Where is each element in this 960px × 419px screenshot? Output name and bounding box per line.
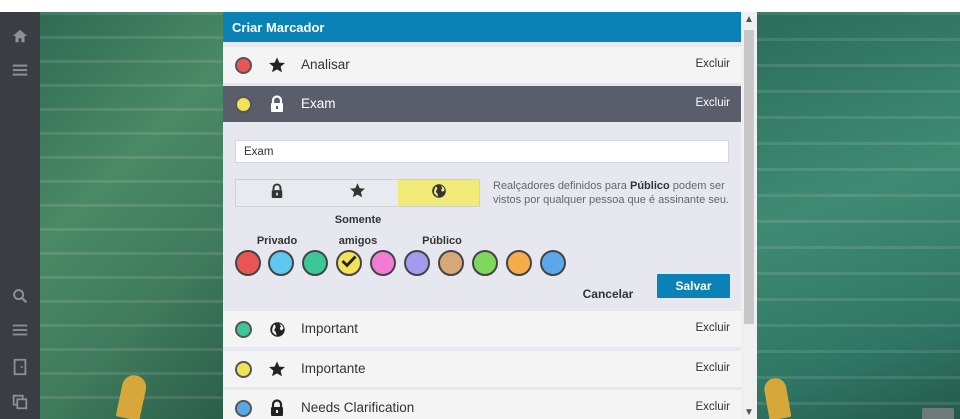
home-icon[interactable] [8, 24, 32, 48]
color-dot [235, 96, 252, 113]
marker-row[interactable]: Analisar Excluir [223, 47, 741, 83]
marker-label: Needs Clarification [301, 400, 415, 415]
marker-row[interactable]: Importante Excluir [223, 351, 741, 387]
color-dot [235, 361, 252, 378]
lock-icon [270, 182, 284, 204]
corner-control[interactable] [922, 408, 954, 419]
lock-icon [268, 399, 286, 417]
marker-row-active[interactable]: Exam Excluir [223, 86, 741, 122]
color-dot [235, 321, 252, 338]
marker-panel: Criar Marcador Analisar Excluir Exam Exc… [223, 12, 741, 419]
marker-editor: Privado Somente amigos Público Realçador… [223, 123, 741, 308]
left-toolbar [0, 12, 40, 419]
copy-icon[interactable] [8, 390, 32, 414]
marker-label: Exam [301, 96, 336, 111]
video-background-right [757, 12, 960, 419]
menu-icon[interactable] [8, 58, 32, 82]
visibility-help-text: Realçadores definidos para Público podem… [493, 179, 733, 207]
lock-icon [268, 95, 286, 113]
scroll-down-arrow-icon[interactable]: ▼ [741, 405, 757, 419]
visibility-friends-button[interactable] [317, 180, 398, 206]
star-icon [268, 56, 286, 74]
scroll-thumb[interactable] [744, 30, 754, 324]
top-strip [0, 0, 960, 12]
checkmark-icon [341, 254, 357, 273]
color-swatch-yellow-selected[interactable] [336, 250, 362, 276]
visibility-private-caption: Privado [256, 235, 298, 247]
marker-label: Importante [301, 361, 366, 376]
color-swatch-pink[interactable] [370, 250, 396, 276]
marker-label: Important [301, 321, 359, 336]
visibility-friends-caption-line1: Somente [334, 214, 382, 226]
marker-row[interactable]: Important Excluir [223, 311, 741, 347]
delete-button[interactable]: Excluir [695, 97, 730, 109]
panel-title: Criar Marcador [223, 12, 741, 42]
save-button[interactable]: Salvar [657, 274, 730, 298]
visibility-friends-caption-line2: amigos [338, 235, 378, 247]
visibility-public-caption: Público [422, 235, 462, 247]
visibility-private-button[interactable] [236, 180, 317, 206]
scroll-up-arrow-icon[interactable]: ▲ [741, 12, 757, 26]
list-icon[interactable] [8, 318, 32, 342]
color-swatch-cyan[interactable] [268, 250, 294, 276]
color-swatch-orange[interactable] [506, 250, 532, 276]
search-icon[interactable] [8, 284, 32, 308]
marker-name-input[interactable] [235, 140, 729, 163]
color-dot [235, 57, 252, 74]
video-background-left [40, 12, 223, 419]
globe-icon [431, 183, 447, 204]
panel-scrollbar[interactable]: ▲ ▼ [741, 12, 757, 419]
star-icon [268, 360, 286, 378]
delete-button[interactable]: Excluir [695, 58, 730, 70]
exit-icon[interactable] [8, 355, 32, 379]
color-swatch-tan[interactable] [438, 250, 464, 276]
color-dot [235, 400, 252, 417]
star-icon [349, 182, 366, 204]
visibility-public-button[interactable] [398, 180, 479, 206]
color-swatch-blue[interactable] [540, 250, 566, 276]
color-swatch-green[interactable] [302, 250, 328, 276]
delete-button[interactable]: Excluir [695, 401, 730, 413]
marker-row[interactable]: Needs Clarification Excluir [223, 390, 741, 419]
marker-label: Analisar [301, 57, 350, 72]
globe-icon [268, 320, 286, 338]
cancel-button[interactable]: Cancelar [573, 282, 643, 306]
color-swatch-lime[interactable] [472, 250, 498, 276]
delete-button[interactable]: Excluir [695, 322, 730, 334]
color-swatch-purple[interactable] [404, 250, 430, 276]
help-prefix: Realçadores definidos para [493, 180, 630, 192]
help-bold: Público [629, 180, 670, 192]
delete-button[interactable]: Excluir [695, 362, 730, 374]
color-swatch-red[interactable] [235, 250, 261, 276]
visibility-selector [235, 179, 480, 207]
